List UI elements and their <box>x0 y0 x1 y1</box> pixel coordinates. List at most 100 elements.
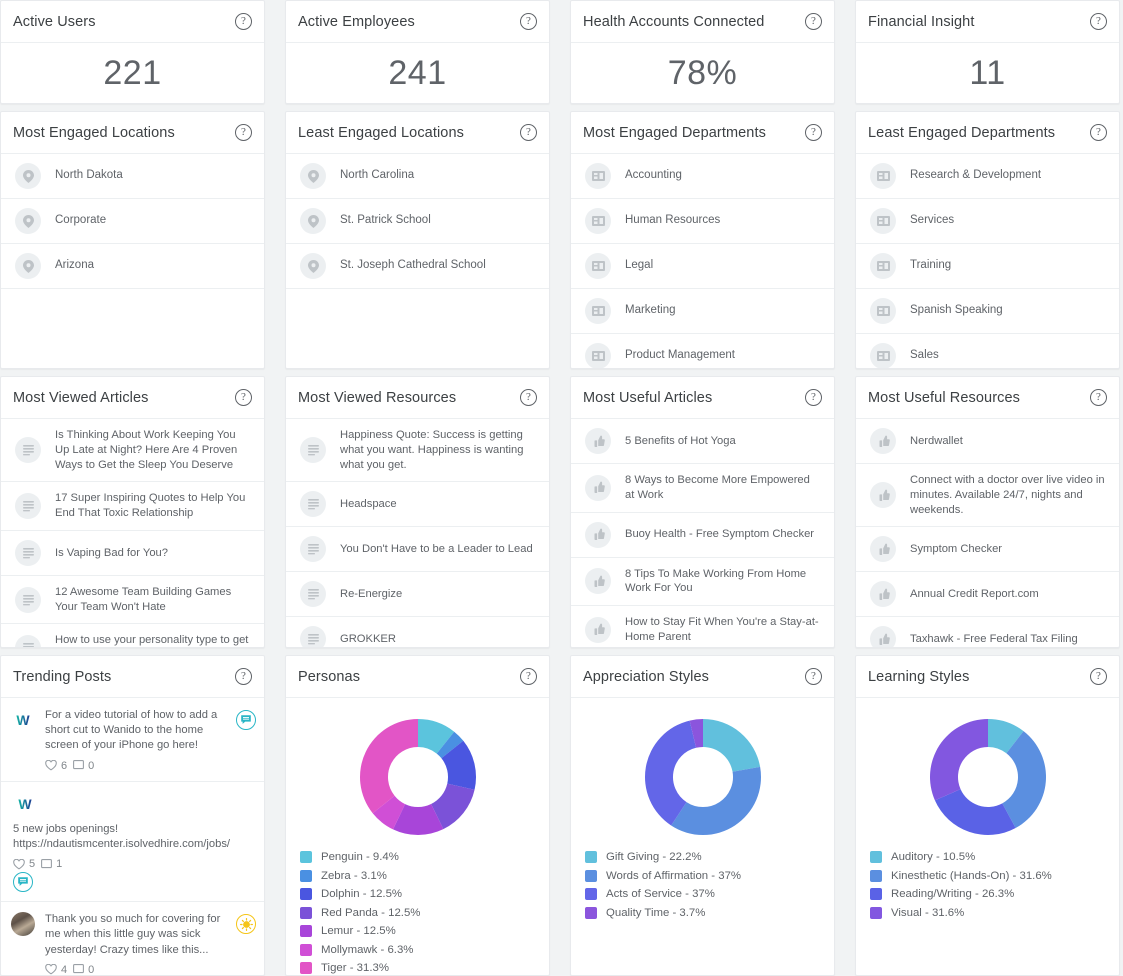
list-item[interactable]: Is Vaping Bad for You? <box>1 531 264 576</box>
legend-item[interactable]: Mollymawk - 6.3% <box>300 943 549 956</box>
legend-item[interactable]: Words of Affirmation - 37% <box>585 869 834 882</box>
list-item[interactable]: Human Resources <box>571 199 834 244</box>
list-item[interactable]: Marketing <box>571 289 834 334</box>
help-icon[interactable]: ? <box>1090 124 1107 141</box>
content-card: Most Viewed Articles? Is Thinking About W… <box>0 376 265 648</box>
list-item[interactable]: Is Thinking About Work Keeping You Up La… <box>1 419 264 483</box>
help-icon[interactable]: ? <box>1090 13 1107 30</box>
list-item[interactable]: Connect with a doctor over live video in… <box>856 464 1119 528</box>
thumbs-up-icon <box>870 536 896 563</box>
list-item[interactable]: Product Management <box>571 334 834 368</box>
help-icon[interactable]: ? <box>805 13 822 30</box>
help-icon[interactable]: ? <box>520 124 537 141</box>
list-item[interactable]: Taxhawk - Free Federal Tax Filing <box>856 617 1119 647</box>
list-item[interactable]: Nerdwallet <box>856 419 1119 464</box>
legend-item[interactable]: Reading/Writing - 26.3% <box>870 888 1119 900</box>
donut-segment[interactable] <box>934 789 1016 835</box>
list-item[interactable]: You Don't Have to be a Leader to Lead <box>286 527 549 573</box>
list-item[interactable]: St. Patrick School <box>286 199 549 244</box>
help-icon[interactable]: ? <box>235 389 252 406</box>
legend-item[interactable]: Auditory - 10.5% <box>870 851 1119 863</box>
list-item[interactable]: Sales <box>856 334 1119 368</box>
list-item[interactable]: 8 Ways to Become More Empowered at Work <box>571 464 834 513</box>
legend-item[interactable]: Kinesthetic (Hands-On) - 31.6% <box>870 869 1119 882</box>
list-item[interactable]: Spanish Speaking <box>856 289 1119 334</box>
help-icon[interactable]: ? <box>520 668 537 685</box>
list-item-label: St. Joseph Cathedral School <box>340 259 486 272</box>
building-icon <box>870 298 896 324</box>
list-item[interactable]: GROKKER <box>286 617 549 647</box>
help-icon[interactable]: ? <box>805 389 822 406</box>
help-icon[interactable]: ? <box>805 668 822 685</box>
list-item[interactable]: North Carolina <box>286 154 549 199</box>
legend-item[interactable]: Quality Time - 3.7% <box>585 906 834 919</box>
legend-swatch <box>300 906 312 919</box>
like-value: 6 <box>61 759 68 772</box>
comment-badge-icon <box>236 710 256 730</box>
legend-item[interactable]: Visual - 31.6% <box>870 906 1119 919</box>
list-item[interactable]: Symptom Checker <box>856 527 1119 573</box>
list-item[interactable]: Services <box>856 199 1119 244</box>
legend-swatch <box>300 943 312 956</box>
legend-item[interactable]: Acts of Service - 37% <box>585 888 834 900</box>
card-title: Trending Posts <box>13 668 112 685</box>
kpi-value: 78% <box>667 53 738 92</box>
like-count[interactable]: 4 <box>45 964 67 975</box>
card-header: Most Useful Articles? <box>571 377 834 419</box>
help-icon[interactable]: ? <box>520 13 537 30</box>
comment-count[interactable]: 0 <box>73 760 94 772</box>
legend-item[interactable]: Penguin - 9.4% <box>300 851 549 863</box>
list-item[interactable]: 17 Super Inspiring Quotes to Help You En… <box>1 482 264 531</box>
list-item[interactable]: Corporate <box>1 199 264 244</box>
legend-item[interactable]: Red Panda - 12.5% <box>300 906 549 919</box>
list-item[interactable]: Annual Credit Report.com <box>856 572 1119 618</box>
legend-item[interactable]: Lemur - 12.5% <box>300 925 549 937</box>
card-header: Appreciation Styles? <box>571 656 834 698</box>
trending-post[interactable]: W For a video tutorial of how to add a sh… <box>1 698 264 782</box>
legend-item[interactable]: Dolphin - 12.5% <box>300 888 549 900</box>
card-header: Active Users? <box>1 1 264 43</box>
list-item[interactable]: Re-Energize <box>286 572 549 618</box>
list-item[interactable]: Arizona <box>1 244 264 289</box>
comment-count[interactable]: 0 <box>73 964 94 975</box>
legend-item[interactable]: Gift Giving - 22.2% <box>585 851 834 863</box>
donut-segment[interactable] <box>702 719 760 772</box>
list-item-label: Services <box>910 214 955 227</box>
list-item[interactable]: Accounting <box>571 154 834 199</box>
list-item[interactable]: Buoy Health - Free Symptom Checker <box>571 513 834 558</box>
help-icon[interactable]: ? <box>235 124 252 141</box>
comment-count[interactable]: 1 <box>41 858 62 870</box>
list-item[interactable]: St. Joseph Cathedral School <box>286 244 549 289</box>
trending-post[interactable]: Thank you so much for covering for me wh… <box>1 902 264 975</box>
list-item[interactable]: How to use your personality type to get … <box>1 624 264 647</box>
list-item[interactable]: Happiness Quote: Success is getting what… <box>286 419 549 483</box>
legend-item[interactable]: Zebra - 3.1% <box>300 869 549 882</box>
help-icon[interactable]: ? <box>1090 668 1107 685</box>
list-item[interactable]: 8 Tips To Make Working From Home Work Fo… <box>571 558 834 607</box>
help-icon[interactable]: ? <box>235 668 252 685</box>
like-value: 5 <box>29 858 36 871</box>
legend-item[interactable]: Tiger - 31.3% <box>300 962 549 974</box>
list-item-label: Arizona <box>55 259 94 272</box>
like-count[interactable]: 6 <box>45 760 67 772</box>
list-item[interactable]: North Dakota <box>1 154 264 199</box>
list-item[interactable]: How to Stay Fit When You're a Stay-at-Ho… <box>571 606 834 647</box>
help-icon[interactable]: ? <box>235 13 252 30</box>
donut-segment[interactable] <box>359 719 418 814</box>
list-item[interactable]: 5 Benefits of Hot Yoga <box>571 419 834 464</box>
list-item[interactable]: Training <box>856 244 1119 289</box>
list-item[interactable]: Research & Development <box>856 154 1119 199</box>
list-item-label: Marketing <box>625 304 676 317</box>
chart-body: Penguin - 9.4% Zebra - 3.1% Dolphin - 12.5… <box>286 698 549 975</box>
donut-segment[interactable] <box>929 719 988 801</box>
list-item[interactable]: 12 Awesome Team Building Games Your Team… <box>1 576 264 625</box>
dashboard-grid: Active Users? 221 Active Employees? 241 Heal… <box>0 0 1123 976</box>
list-item[interactable]: Headspace <box>286 482 549 528</box>
help-icon[interactable]: ? <box>1090 389 1107 406</box>
help-icon[interactable]: ? <box>805 124 822 141</box>
help-icon[interactable]: ? <box>520 389 537 406</box>
card-header: Most Useful Resources? <box>856 377 1119 419</box>
trending-post[interactable]: W 5 new jobs openings! https://ndautismce… <box>1 782 264 903</box>
like-count[interactable]: 5 <box>13 858 35 870</box>
list-item[interactable]: Legal <box>571 244 834 289</box>
